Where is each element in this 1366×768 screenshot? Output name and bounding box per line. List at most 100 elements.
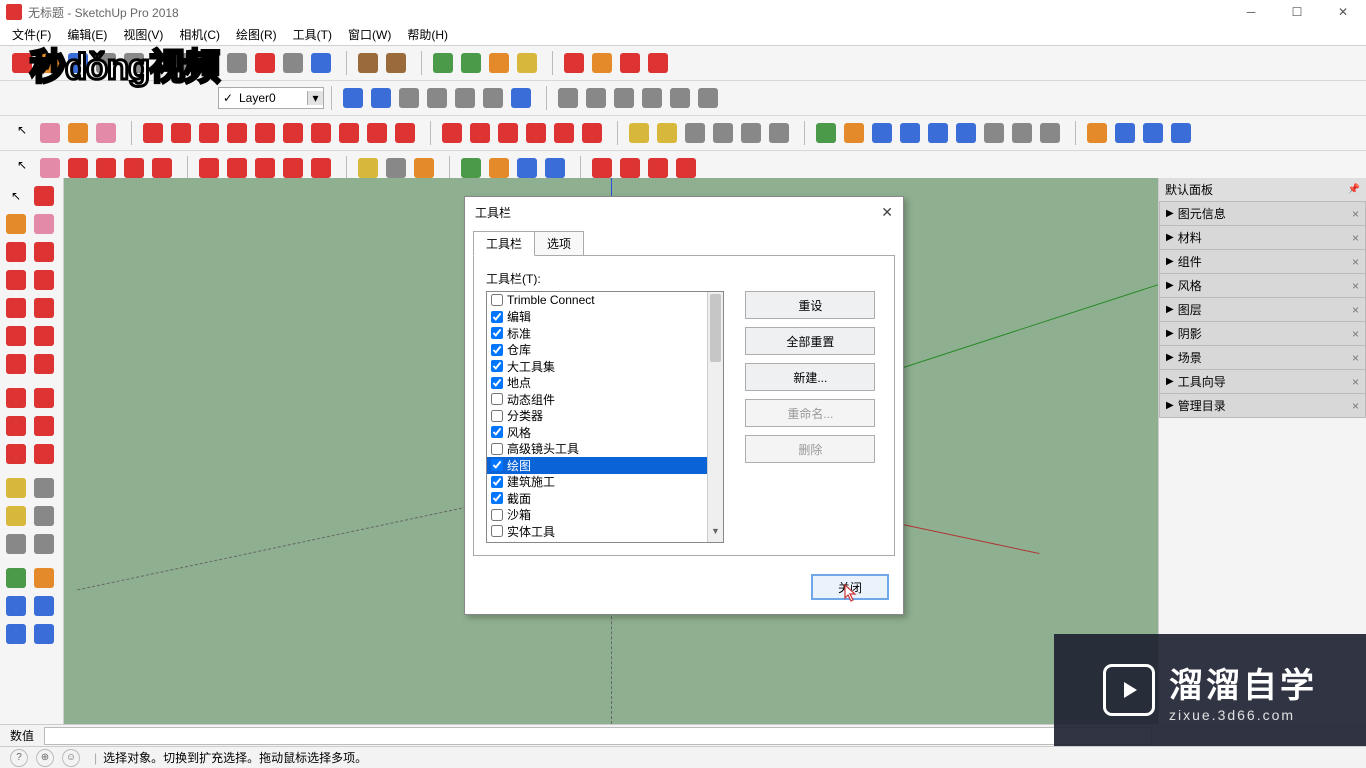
lt-zoomwin-button[interactable] xyxy=(30,592,58,620)
list-item[interactable]: 风格 xyxy=(487,424,707,441)
model-info-button[interactable] xyxy=(307,49,335,77)
close-icon[interactable]: × xyxy=(1352,231,1359,245)
offset-button[interactable] xyxy=(578,119,606,147)
panel-materials[interactable]: ▶材料× xyxy=(1159,225,1366,250)
line-button[interactable] xyxy=(139,119,167,147)
lt-circle-button[interactable] xyxy=(2,294,30,322)
reset-all-button[interactable]: 全部重置 xyxy=(745,327,875,355)
reset-button[interactable]: 重设 xyxy=(745,291,875,319)
lt-arc3-button[interactable] xyxy=(2,350,30,378)
view-iso-button[interactable] xyxy=(554,84,582,112)
style7-button[interactable] xyxy=(507,84,535,112)
scale-button[interactable] xyxy=(550,119,578,147)
lt-offset-button[interactable] xyxy=(30,440,58,468)
lt-prev-button[interactable] xyxy=(30,620,58,648)
lt-protractor-button[interactable] xyxy=(2,502,30,530)
arc-button[interactable] xyxy=(307,119,335,147)
section-button[interactable] xyxy=(1083,119,1111,147)
lt-freehand-button[interactable] xyxy=(30,238,58,266)
dialog-close-icon[interactable]: ✕ xyxy=(881,204,893,221)
toolbar-checkbox[interactable] xyxy=(491,476,503,488)
style4-button[interactable] xyxy=(423,84,451,112)
solid1-button[interactable] xyxy=(1111,119,1139,147)
scroll-thumb[interactable] xyxy=(710,294,721,362)
interact-button[interactable] xyxy=(588,49,616,77)
close-icon[interactable]: × xyxy=(1352,207,1359,221)
lt-scale-button[interactable] xyxy=(2,440,30,468)
axes-button[interactable] xyxy=(737,119,765,147)
arc3-button[interactable] xyxy=(363,119,391,147)
lt-axes-button[interactable] xyxy=(2,530,30,558)
lt-text-button[interactable] xyxy=(30,502,58,530)
solid3-button[interactable] xyxy=(1167,119,1195,147)
previous-button[interactable] xyxy=(952,119,980,147)
toolbar-checkbox[interactable] xyxy=(491,492,503,504)
scrollbar[interactable]: ▲ ▼ xyxy=(707,292,723,542)
lt-pan-button[interactable] xyxy=(30,564,58,592)
style6-button[interactable] xyxy=(479,84,507,112)
toolbar-checkbox[interactable] xyxy=(491,443,503,455)
close-icon[interactable]: × xyxy=(1352,303,1359,317)
lt-select-button[interactable]: ↖ xyxy=(2,182,30,210)
lt-line-button[interactable] xyxy=(2,238,30,266)
menu-draw[interactable]: 绘图(R) xyxy=(228,24,285,45)
dynamic-button[interactable] xyxy=(560,49,588,77)
pie-button[interactable] xyxy=(391,119,419,147)
list-item[interactable]: 大工具集 xyxy=(487,358,707,375)
lt-component-button[interactable] xyxy=(30,182,58,210)
arc2-button[interactable] xyxy=(335,119,363,147)
toolbar-checkbox[interactable] xyxy=(491,294,503,306)
lt-zoom-button[interactable] xyxy=(2,592,30,620)
extension-button[interactable] xyxy=(382,49,410,77)
panel-scenes[interactable]: ▶场景× xyxy=(1159,345,1366,370)
view-left-button[interactable] xyxy=(694,84,722,112)
scroll-down-icon[interactable]: ▼ xyxy=(708,526,723,542)
pan-button[interactable] xyxy=(840,119,868,147)
list-item[interactable]: 标准 xyxy=(487,325,707,342)
lt-pushpull-button[interactable] xyxy=(30,384,58,412)
list-item[interactable]: 动态组件 xyxy=(487,391,707,408)
toolbars-listbox[interactable]: Trimble Connect编辑标准仓库大工具集地点动态组件分类器风格高级镜头… xyxy=(486,291,724,543)
geo-button[interactable] xyxy=(457,49,485,77)
warehouse-button[interactable] xyxy=(354,49,382,77)
view-right-button[interactable] xyxy=(638,84,666,112)
move-button[interactable] xyxy=(438,119,466,147)
lt-polygon-button[interactable] xyxy=(30,294,58,322)
style1-button[interactable] xyxy=(339,84,367,112)
lt-move-button[interactable] xyxy=(2,384,30,412)
list-item[interactable]: 建筑施工 xyxy=(487,474,707,491)
delete-button[interactable] xyxy=(251,49,279,77)
list-item[interactable]: 截面 xyxy=(487,490,707,507)
options-button[interactable] xyxy=(616,49,644,77)
freehand-button[interactable] xyxy=(167,119,195,147)
toolbar-checkbox[interactable] xyxy=(491,327,503,339)
eraser2-button[interactable] xyxy=(92,119,120,147)
style3-button[interactable] xyxy=(395,84,423,112)
rotate-button[interactable] xyxy=(494,119,522,147)
panel-styles[interactable]: ▶风格× xyxy=(1159,273,1366,298)
toolbar-checkbox[interactable] xyxy=(491,360,503,372)
close-button[interactable]: ✕ xyxy=(1320,0,1366,24)
lt-zoomext-button[interactable] xyxy=(2,620,30,648)
panel-shadows[interactable]: ▶阴影× xyxy=(1159,321,1366,346)
new-button[interactable]: 新建... xyxy=(745,363,875,391)
list-item[interactable]: 高级镜头工具 xyxy=(487,441,707,458)
close-icon[interactable]: × xyxy=(1352,255,1359,269)
print-button[interactable] xyxy=(279,49,307,77)
menu-window[interactable]: 窗口(W) xyxy=(340,24,399,45)
paste-button[interactable] xyxy=(223,49,251,77)
geo-icon[interactable]: ⊕ xyxy=(36,749,54,767)
list-item[interactable]: 分类器 xyxy=(487,408,707,425)
tab-toolbars[interactable]: 工具栏 xyxy=(473,231,535,256)
close-icon[interactable]: × xyxy=(1352,375,1359,389)
3dtext-button[interactable] xyxy=(765,119,793,147)
panel-layers[interactable]: ▶图层× xyxy=(1159,297,1366,322)
select-button[interactable]: ↖ xyxy=(8,119,36,147)
panel-outliner[interactable]: ▶管理目录× xyxy=(1159,393,1366,418)
location-button[interactable] xyxy=(429,49,457,77)
menu-help[interactable]: 帮助(H) xyxy=(399,24,456,45)
position-camera-button[interactable] xyxy=(980,119,1008,147)
followme-button[interactable] xyxy=(522,119,550,147)
close-icon[interactable]: × xyxy=(1352,351,1359,365)
tab-options[interactable]: 选项 xyxy=(534,231,584,256)
